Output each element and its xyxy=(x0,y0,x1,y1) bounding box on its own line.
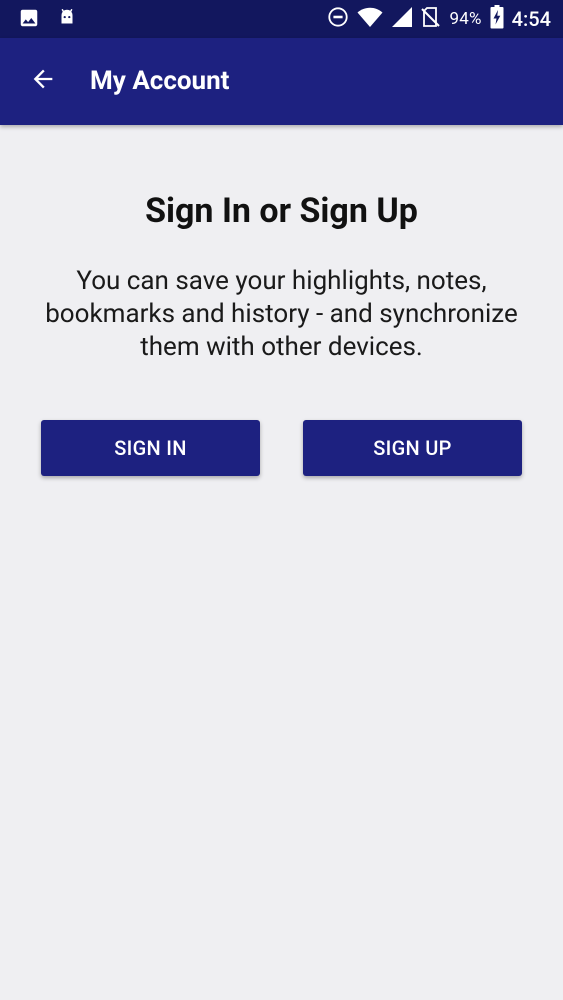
clock: 4:54 xyxy=(511,7,551,31)
sign-up-button[interactable]: SIGN UP xyxy=(303,420,522,476)
back-button[interactable] xyxy=(18,58,68,104)
app-bar: My Account xyxy=(0,38,563,125)
status-right: 94% 4:54 xyxy=(327,5,551,33)
battery-charging-icon xyxy=(490,5,504,33)
status-left xyxy=(18,7,78,33)
no-sim-icon xyxy=(421,6,441,32)
heading: Sign In or Sign Up xyxy=(145,191,418,231)
arrow-back-icon xyxy=(29,65,57,97)
image-icon xyxy=(18,7,40,33)
description: You can save your highlights, notes, boo… xyxy=(45,266,518,362)
cell-signal-icon xyxy=(391,6,413,32)
sign-in-button[interactable]: SIGN IN xyxy=(41,420,260,476)
android-icon xyxy=(56,7,78,33)
wifi-icon xyxy=(357,6,383,32)
do-not-disturb-icon xyxy=(327,6,349,32)
status-bar: 94% 4:54 xyxy=(0,0,563,38)
battery-percent: 94% xyxy=(449,9,482,29)
page-title: My Account xyxy=(90,66,230,96)
